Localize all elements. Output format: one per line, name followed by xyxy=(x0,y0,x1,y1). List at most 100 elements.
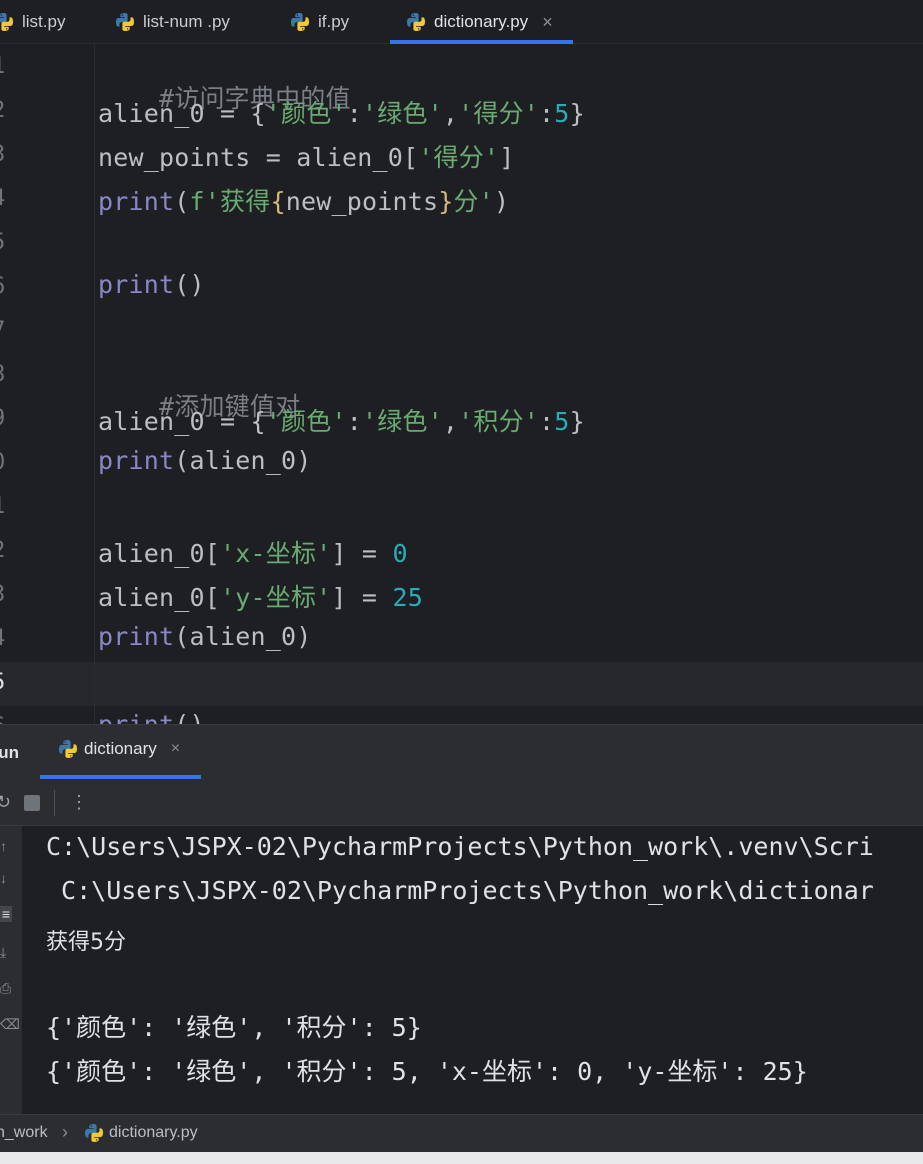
operator: = { xyxy=(204,407,266,436)
console-output-line: {'颜色': '绿色', '积分': 5, 'x-坐标': 0, 'y-坐标':… xyxy=(46,1057,808,1086)
punctuation: , xyxy=(442,407,459,436)
code-editor[interactable]: 1 2 3 4 5 6 7 8 9 0 1 2 3 4 5 6 #访问字典中的值… xyxy=(0,44,923,724)
soft-wrap-icon[interactable]: ≡ xyxy=(0,906,12,922)
punctuation: : xyxy=(539,407,555,436)
identifier: new_points xyxy=(285,187,439,216)
indent-guide xyxy=(94,44,95,724)
print-icon[interactable]: ⎙ xyxy=(0,980,11,997)
number-literal: 5 xyxy=(554,407,570,436)
tab-label: list.py xyxy=(22,12,66,31)
chevron-right-icon: › xyxy=(62,1122,68,1142)
identifier: alien_0[ xyxy=(98,539,221,568)
string-literal: '积分' xyxy=(458,407,540,436)
punctuation: () xyxy=(174,270,205,299)
string-literal: '得分' xyxy=(418,143,500,172)
string-literal: 'y-坐标' xyxy=(220,583,332,612)
code-line-2: alien_0 = {'颜色':'绿色','得分':5} xyxy=(98,94,585,130)
console-output-line: {'颜色': '绿色', '积分': 5} xyxy=(46,1013,422,1042)
string-literal: '颜色' xyxy=(265,407,347,436)
builtin-function: print xyxy=(98,622,175,651)
number-literal: 0 xyxy=(392,539,408,568)
code-line-16: print() xyxy=(98,710,205,724)
code-line-3: new_points = alien_0['得分'] xyxy=(98,138,514,174)
identifier: alien_0[ xyxy=(98,583,221,612)
tab-list-num-py[interactable]: list-num .py xyxy=(115,0,230,44)
breadcrumb-file[interactable]: dictionary.py xyxy=(84,1123,198,1143)
close-icon[interactable]: × xyxy=(171,740,180,758)
console-side-toolbar: ↑ ↓ ≡ ⤓ ⎙ ⌫ xyxy=(0,826,22,1114)
console-output-line: C:\Users\JSPX-02\PycharmProjects\Python_… xyxy=(46,876,874,905)
line-number: 7 xyxy=(0,318,30,343)
line-number: 1 xyxy=(0,54,30,79)
line-number: 5 xyxy=(0,230,30,255)
line-number: 9 xyxy=(0,406,30,431)
tab-label: if.py xyxy=(318,12,350,31)
toolbar-divider xyxy=(54,790,55,816)
console-output-line: 获得5分 xyxy=(46,930,126,955)
identifier: (alien_0) xyxy=(174,446,312,475)
more-options-icon[interactable]: ⋮ xyxy=(70,792,88,813)
line-number: 3 xyxy=(0,582,30,607)
line-number: 3 xyxy=(0,142,30,167)
editor-tab-bar: list.py list-num .py if.py dictionary.py… xyxy=(0,0,923,44)
active-run-tab-indicator xyxy=(40,775,201,779)
code-line-4: print(f'获得{new_points}分') xyxy=(98,182,509,218)
code-line-13: alien_0['y-坐标'] = 25 xyxy=(98,578,423,614)
punctuation: } xyxy=(569,99,585,128)
string-literal: '绿色' xyxy=(361,407,443,436)
run-console[interactable]: ↑ ↓ ≡ ⤓ ⎙ ⌫ C:\Users\JSPX-02\PycharmProj… xyxy=(0,826,923,1114)
punctuation: } xyxy=(569,407,585,436)
punctuation: : xyxy=(346,407,362,436)
code-line-12: alien_0['x-坐标'] = 0 xyxy=(98,534,408,570)
code-line-9: alien_0 = {'颜色':'绿色','积分':5} xyxy=(98,402,585,438)
line-number: 6 xyxy=(0,714,30,724)
arrow-down-icon[interactable]: ↓ xyxy=(0,870,7,886)
punctuation: ] xyxy=(499,143,515,172)
tab-dictionary-py[interactable]: dictionary.py × xyxy=(406,0,553,44)
tab-label: dictionary.py xyxy=(434,12,529,31)
python-file-icon xyxy=(290,12,310,32)
breadcrumb-project[interactable]: n_work xyxy=(0,1124,48,1142)
fstring-literal: f'获得 xyxy=(189,187,271,216)
python-file-icon xyxy=(84,1123,104,1143)
window-bottom-edge xyxy=(0,1152,923,1164)
stop-icon[interactable] xyxy=(24,795,40,811)
breadcrumb-file-label: dictionary.py xyxy=(109,1124,198,1141)
run-panel-title: Run xyxy=(0,743,20,762)
code-line-10: print(alien_0) xyxy=(98,446,312,475)
string-literal: '颜色' xyxy=(265,99,347,128)
tab-list-py[interactable]: list.py xyxy=(0,0,65,44)
punctuation: : xyxy=(539,99,555,128)
line-number-current: 5 xyxy=(0,670,30,695)
python-file-icon xyxy=(58,739,78,759)
fstring-brace: } xyxy=(438,187,454,216)
python-file-icon xyxy=(0,12,14,32)
scroll-to-end-icon[interactable]: ⤓ xyxy=(0,944,6,961)
line-number: 2 xyxy=(0,538,30,563)
punctuation: ) xyxy=(493,187,510,216)
operator: = { xyxy=(204,99,266,128)
line-number: 8 xyxy=(0,362,30,387)
tab-if-py[interactable]: if.py xyxy=(290,0,349,44)
run-tab-dictionary[interactable]: dictionary × xyxy=(58,739,180,759)
trash-icon[interactable]: ⌫ xyxy=(0,1016,20,1033)
run-toolbar: ↻ ⋮ xyxy=(0,780,923,826)
operator: ] = xyxy=(331,539,393,568)
line-number: 1 xyxy=(0,494,30,519)
punctuation: () xyxy=(174,710,205,724)
builtin-function: print xyxy=(98,270,175,299)
python-file-icon xyxy=(115,12,135,32)
rerun-icon[interactable]: ↻ xyxy=(0,792,11,813)
code-line-6: print() xyxy=(98,270,205,299)
identifier: alien_0 xyxy=(98,407,205,436)
string-literal: '得分' xyxy=(458,99,540,128)
run-tool-window-header: Run dictionary × xyxy=(0,724,923,780)
builtin-function: print xyxy=(98,446,175,475)
builtin-function: print xyxy=(98,187,175,216)
close-icon[interactable]: × xyxy=(542,12,553,33)
tab-label: list-num .py xyxy=(143,12,230,31)
run-tab-label: dictionary xyxy=(84,739,157,758)
arrow-up-icon[interactable]: ↑ xyxy=(0,838,7,854)
line-number: 6 xyxy=(0,274,30,299)
console-output-line: C:\Users\JSPX-02\PycharmProjects\Python_… xyxy=(46,832,874,861)
